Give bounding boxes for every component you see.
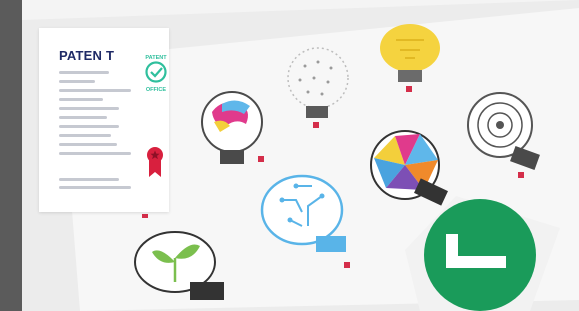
patent-title: PATEN T: [59, 48, 115, 63]
text-line: [59, 80, 95, 83]
text-line: [59, 107, 119, 110]
photo-scene: PATEN T PATENT OFFICE: [0, 0, 579, 311]
seal-text-bottom: OFFICE: [146, 87, 166, 93]
text-line: [59, 71, 109, 74]
text-line: [59, 178, 119, 181]
text-line: [59, 89, 131, 92]
text-line: [59, 152, 131, 155]
award-ribbon-icon: [147, 147, 163, 177]
patent-document-card: PATEN T PATENT OFFICE: [39, 28, 169, 212]
text-line: [59, 116, 107, 119]
text-line: [59, 98, 103, 101]
text-line: [59, 125, 119, 128]
check-circle-icon: PATENT OFFICE: [145, 55, 167, 93]
text-line: [59, 186, 131, 189]
text-line: [59, 143, 117, 146]
text-line: [59, 134, 111, 137]
photo-left-edge: [0, 0, 22, 311]
seal-text-top: PATENT: [145, 55, 167, 61]
